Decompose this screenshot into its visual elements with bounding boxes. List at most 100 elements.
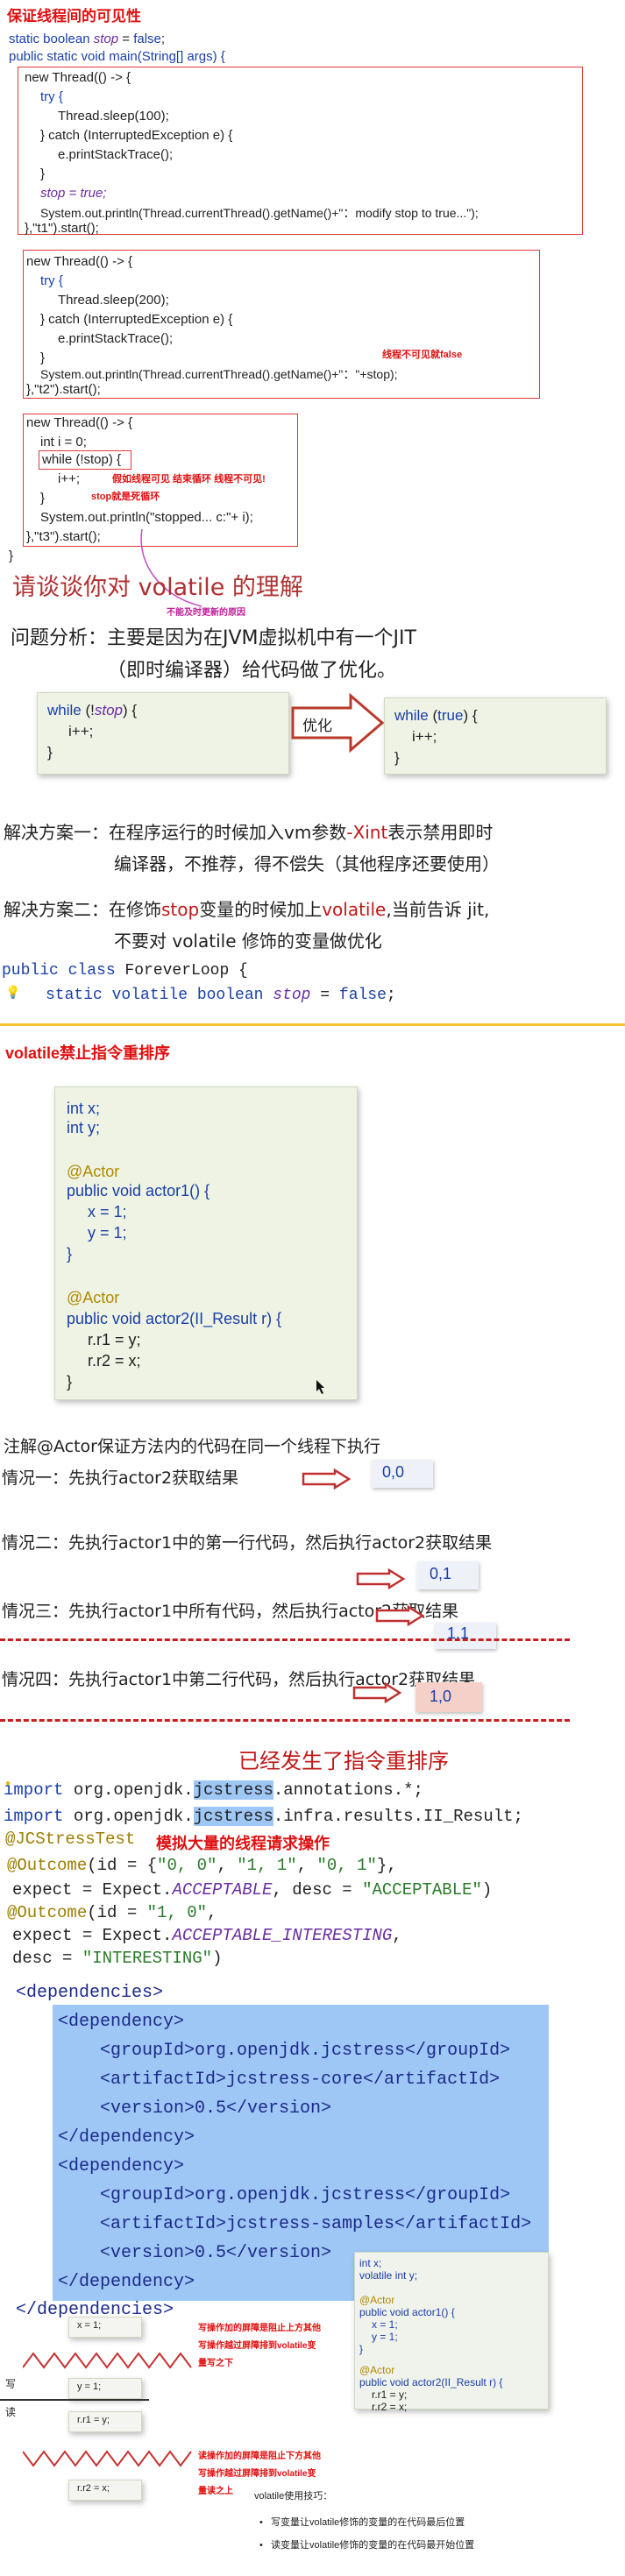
t3-line-1: new Thread(() -> { (26, 415, 133, 430)
case-1-arrow-icon (302, 1468, 352, 1490)
box-x-assign-text: x = 1; (77, 2320, 102, 2331)
card-actor-1: @Actor (67, 1163, 120, 1180)
xml-groupid-2: <groupId>org.openjdk.jcstress</groupId> (100, 2185, 511, 2205)
t1-line-9: },"t1").start(); (25, 221, 99, 236)
read-barrier-zigzag (23, 2450, 192, 2467)
volatile-field: static volatile boolean stop = false; (46, 987, 396, 1004)
case-4-arrow-icon (352, 1682, 402, 1703)
t1-line-7: stop = true; (40, 186, 107, 201)
card2-r1: r.r1 = y; (372, 2388, 408, 2401)
import-annotations: import org.openjdk.jcstress.annotations.… (4, 1780, 423, 1800)
divider-dashed-2 (0, 1719, 570, 1722)
after-line-2: i++; (412, 728, 437, 745)
card-r2-assign: r.r2 = x; (88, 1352, 141, 1369)
result-2-value: 0,1 (430, 1565, 452, 1582)
case-1-label: 情况一：先执行actor2获取结果 (2, 1468, 239, 1488)
t3-line-2: int i = 0; (40, 435, 87, 449)
write-label: 写 (5, 2378, 17, 2390)
case-2-label: 情况二：先执行actor1中的第一行代码，然后执行actor2获取结果 (2, 1533, 493, 1553)
card2-y: y = 1; (372, 2331, 398, 2343)
note-update-reason: 不能及时更新的原因 (167, 608, 245, 618)
bulb-icon: 💡 (5, 985, 21, 999)
t2-line-2: try { (40, 273, 63, 288)
write-barrier-note-3: 量写之下 (198, 2359, 233, 2368)
volatile-tip-1-text: 写变量让volatile修饰的变量的在代码最后位置 (271, 2517, 465, 2528)
card-actor2-sig: public void actor2(II_Result r) { (67, 1310, 282, 1327)
read-barrier-note-2: 写操作越过屏障排到volatile变 (198, 2469, 316, 2479)
note-dead-loop: stop就是死循环 (91, 492, 160, 502)
card2-actor2-sig: public void actor2(II_Result r) { (359, 2376, 503, 2388)
volatile-tip-2-text: 读变量让volatile修饰的变量的在代码最开始位置 (271, 2540, 475, 2551)
t3-line-7: },"t3").start(); (26, 529, 101, 544)
read-barrier-note-3: 量读之上 (198, 2487, 233, 2496)
xml-dependency-close-2: </dependency> (58, 2272, 195, 2292)
before-line-1: while (!stop) { (47, 702, 138, 718)
t2-line-3: Thread.sleep(200); (58, 293, 169, 308)
card-line-y: int y; (67, 1119, 101, 1136)
box-r1-assign-text: r.r1 = y; (77, 2415, 110, 2425)
write-barrier-zigzag (23, 2352, 192, 2369)
card2-actor1-sig: public void actor1() { (359, 2306, 455, 2318)
t1-line-6: } (40, 166, 46, 181)
t2-line-1: new Thread(() -> { (26, 254, 133, 269)
xml-dependency-open-2: <dependency> (58, 2156, 185, 2176)
volatile-tip-1: • 写变量让volatile修饰的变量的在代码最后位置 (259, 2517, 465, 2528)
card2-actor-2: @Actor (359, 2364, 395, 2376)
t3-line-4: i++; (58, 471, 81, 486)
read-barrier-note-1: 读操作加的屏障是阻止下方其他 (198, 2452, 321, 2461)
before-line-3: } (47, 744, 53, 761)
t3-line-5: } (40, 491, 46, 506)
reorder-occurred-heading: 已经发生了指令重排序 (238, 1749, 449, 1773)
read-label: 读 (5, 2406, 17, 2418)
volatile-tip-2: • 读变量让volatile修饰的变量的在代码最开始位置 (259, 2540, 475, 2551)
jcstress-note: 模拟大量的线程请求操作 (156, 1835, 330, 1853)
code-static-field: static boolean stop = false; (9, 32, 166, 46)
card-actor-2: @Actor (67, 1289, 120, 1306)
actor-annotation-note: 注解@Actor保证方法内的代码在同一个线程下执行 (4, 1437, 380, 1456)
card2-actor-1: @Actor (359, 2294, 395, 2306)
t3-line-3: while (!stop) { (42, 452, 122, 467)
t3-line-6: System.out.println("stopped... c:"+ i); (40, 510, 253, 525)
bulb-icon-2: ● (5, 1779, 11, 1788)
case-4-label: 情况四：先执行actor1中第二行代码，然后执行actor2获取结果 (2, 1670, 476, 1689)
analysis-line-1: 问题分析：主要是因为在JVM虚拟机中有一个JIT (11, 627, 416, 649)
card2-x: x = 1; (372, 2318, 398, 2331)
xml-groupid-1: <groupId>org.openjdk.jcstress</groupId> (100, 2041, 511, 2061)
card-r1-assign: r.r1 = y; (88, 1331, 141, 1348)
write-barrier-note-2: 写操作越过屏障排到volatile变 (198, 2341, 316, 2351)
xml-version-1: <version>0.5</version> (100, 2098, 332, 2119)
outcome-1-line-1: @Outcome(id = {"0, 0", "1, 1", "0, 1"}, (7, 1856, 397, 1875)
case-2-arrow-icon (356, 1568, 406, 1589)
card-close-1: } (67, 1245, 73, 1263)
xml-artifactid-1: <artifactId>jcstress-core</artifactId> (100, 2070, 501, 2090)
section-title-reorder: volatile禁止指令重排序 (5, 1044, 171, 1062)
note-thread-invisible: 线程不可见就false (382, 350, 463, 360)
card2-line-1: int x; (359, 2257, 382, 2269)
solution-2-line-1: 解决方案二：在修饰stop变量的时候加上volatile,当前告诉 jit, (4, 899, 490, 920)
volatile-tip-title: volatile使用技巧： (254, 2491, 333, 2502)
t3-line-8: } (9, 548, 14, 563)
note-loop-visibility: 假如线程可见 结束循环 线程不可见! (112, 474, 266, 485)
xml-artifactid-2: <artifactId>jcstress-samples</artifactId… (100, 2214, 532, 2234)
t1-line-3: Thread.sleep(100); (58, 109, 169, 124)
card-actor1-sig: public void actor1() { (67, 1182, 210, 1200)
after-line-3: } (394, 749, 400, 766)
t2-line-5: e.printStackTrace(); (58, 331, 174, 346)
xml-version-2: <version>0.5</version> (100, 2243, 332, 2263)
t2-line-4: } catch (InterruptedException e) { (40, 312, 233, 327)
divider-dashed-1 (0, 1638, 570, 1641)
outcome-1-line-2: expect = Expect.ACCEPTABLE, desc = "ACCE… (12, 1880, 493, 1900)
analysis-line-2: （即时编译器）给代码做了优化。 (107, 660, 397, 682)
after-line-1: while (true) { (394, 707, 478, 724)
write-barrier-note-1: 写操作加的屏障是阻止上方其他 (198, 2324, 321, 2333)
result-1-value: 0,0 (382, 1463, 405, 1481)
outcome-2-line-2: expect = Expect.ACCEPTABLE_INTERESTING, (12, 1926, 402, 1945)
t1-line-1: new Thread(() -> { (25, 70, 131, 85)
section-title-visibility: 保证线程间的可见性 (7, 8, 141, 25)
solution-1-line-1: 解决方案一：在程序运行的时候加入vm参数-Xint表示禁用即时 (4, 822, 494, 843)
write-read-separator (0, 2399, 149, 2401)
outcome-2-line-3: desc = "INTERESTING") (12, 1949, 223, 1968)
box-r2-assign-text: r.r2 = x; (77, 2483, 110, 2494)
t1-line-2: try { (40, 89, 63, 104)
solution-2-line-2: 不要对 volatile 修饰的变量做优化 (114, 931, 382, 952)
